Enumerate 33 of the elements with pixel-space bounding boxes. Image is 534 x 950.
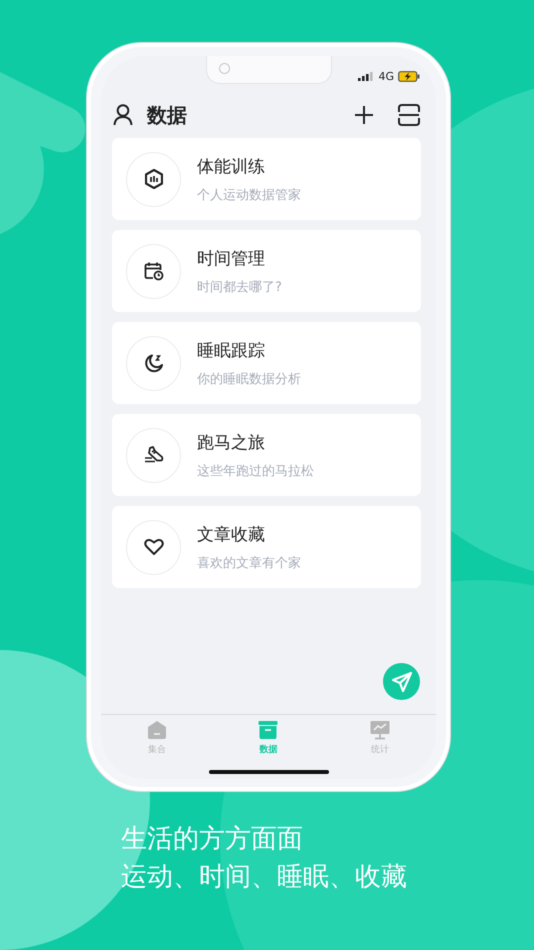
list-card[interactable]: 文章收藏 喜欢的文章有个家 [112,506,421,588]
list-card[interactable]: 睡眠跟踪 你的睡眠数据分析 [112,322,421,404]
network-label: 4G [378,70,394,82]
scan-icon[interactable] [398,104,420,126]
box-icon [258,720,278,740]
card-subtitle: 你的睡眠数据分析 [197,370,301,388]
moon-icon [144,353,164,373]
tagline-text: 运动、时间、睡眠、收藏 [121,862,407,892]
shoe-icon [144,446,164,464]
card-subtitle: 这些年跑过的马拉松 [197,462,314,480]
card-title: 文章收藏 [197,524,266,546]
list-card[interactable]: 时间管理 时间都去哪了? [112,230,421,312]
battery-charging-icon [398,70,420,82]
card-subtitle: 个人运动数据管家 [197,186,301,204]
card-subtitle: 时间都去哪了? [197,278,282,296]
page-title: 数据 [147,102,187,128]
signal-icon [358,71,374,81]
calendar-clock-icon [144,261,164,281]
list-card[interactable]: 体能训练 个人运动数据管家 [112,138,421,220]
monitor-chart-icon [370,720,390,740]
user-icon[interactable] [113,104,133,126]
card-title: 时间管理 [197,248,266,270]
heart-icon [144,538,164,556]
tagline-text: 生活的方方面面 [121,824,304,854]
card-title: 睡眠跟踪 [197,340,266,362]
hexagon-chart-icon [144,169,162,189]
paper-plane-icon [390,670,412,692]
house-icon [146,720,167,740]
card-subtitle: 喜欢的文章有个家 [197,554,301,572]
list-card[interactable]: 跑马之旅 这些年跑过的马拉松 [112,414,421,496]
card-title: 跑马之旅 [197,432,266,454]
add-icon[interactable] [354,105,374,125]
card-title: 体能训练 [197,156,266,178]
